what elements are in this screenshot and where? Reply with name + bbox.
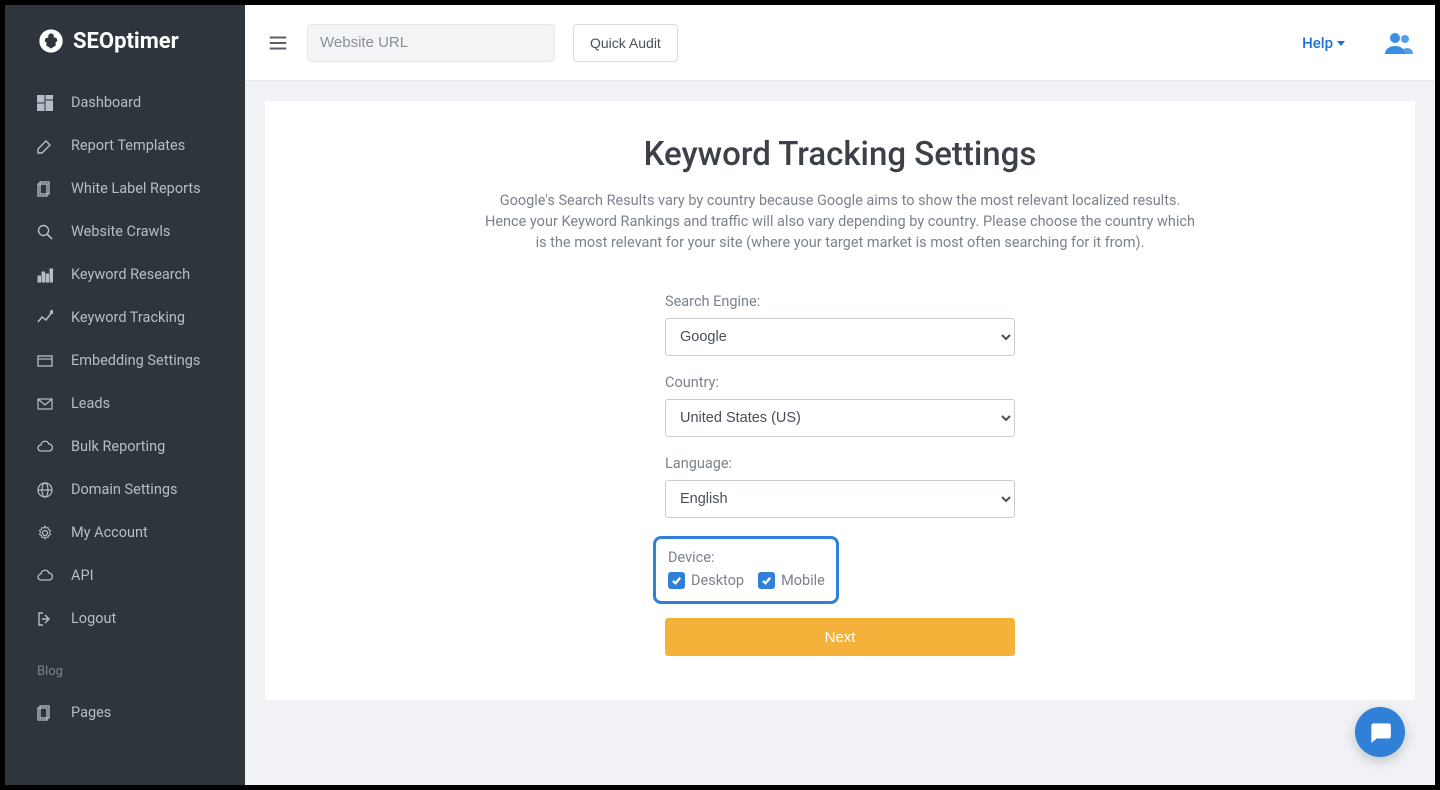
sidebar-item-label: White Label Reports bbox=[71, 180, 201, 197]
device-desktop-label: Desktop bbox=[691, 572, 744, 589]
sidebar-item-dashboard[interactable]: Dashboard bbox=[5, 81, 245, 124]
website-url-input[interactable] bbox=[307, 24, 555, 62]
sidebar-item-label: Bulk Reporting bbox=[71, 438, 165, 455]
mail-icon bbox=[37, 396, 53, 412]
brand-name: SEOptimer bbox=[73, 29, 179, 54]
sidebar-item-embedding[interactable]: Embedding Settings bbox=[5, 339, 245, 382]
settings-form: Search Engine: Google Country: United St… bbox=[665, 293, 1015, 656]
help-link[interactable]: Help bbox=[1302, 34, 1345, 52]
copy-icon bbox=[37, 181, 53, 197]
device-desktop-checkbox[interactable]: Desktop bbox=[668, 572, 744, 589]
sidebar-item-label: Dashboard bbox=[71, 94, 141, 111]
language-select[interactable]: English bbox=[665, 480, 1015, 518]
sidebar-item-label: Keyword Tracking bbox=[71, 309, 185, 326]
cloud-icon bbox=[37, 439, 53, 455]
globe-icon bbox=[37, 482, 53, 498]
sidebar-blog-nav: Pages bbox=[5, 687, 245, 738]
sidebar-item-pages[interactable]: Pages bbox=[5, 691, 245, 734]
embed-icon bbox=[37, 353, 53, 369]
brand-logo[interactable]: SEOptimer bbox=[5, 5, 245, 77]
cloud-icon bbox=[37, 568, 53, 584]
sidebar-section-blog: Blog bbox=[5, 644, 245, 687]
sidebar-item-keyword-research[interactable]: Keyword Research bbox=[5, 253, 245, 296]
chat-icon bbox=[1367, 719, 1393, 745]
search-engine-select[interactable]: Google bbox=[665, 318, 1015, 356]
quick-audit-button[interactable]: Quick Audit bbox=[573, 24, 678, 62]
dashboard-icon bbox=[37, 95, 53, 111]
sidebar-item-label: Embedding Settings bbox=[71, 352, 200, 369]
checkbox-checked-icon bbox=[668, 572, 685, 589]
page-title: Keyword Tracking Settings bbox=[305, 135, 1375, 174]
bars-icon bbox=[37, 267, 53, 283]
sidebar-item-label: Keyword Research bbox=[71, 266, 190, 283]
sidebar-item-label: Pages bbox=[71, 704, 111, 721]
help-label: Help bbox=[1302, 34, 1333, 52]
settings-card: Keyword Tracking Settings Google's Searc… bbox=[265, 101, 1415, 700]
menu-icon[interactable] bbox=[267, 32, 289, 54]
users-icon[interactable] bbox=[1385, 32, 1413, 54]
trend-icon bbox=[37, 310, 53, 326]
chat-button[interactable] bbox=[1355, 707, 1405, 757]
sidebar-item-my-account[interactable]: My Account bbox=[5, 511, 245, 554]
sidebar-item-label: Website Crawls bbox=[71, 223, 170, 240]
sidebar-item-keyword-tracking[interactable]: Keyword Tracking bbox=[5, 296, 245, 339]
next-button[interactable]: Next bbox=[665, 618, 1015, 656]
sidebar-item-label: API bbox=[71, 567, 94, 584]
checkbox-checked-icon bbox=[758, 572, 775, 589]
sidebar-nav: Dashboard Report Templates White Label R… bbox=[5, 77, 245, 644]
logout-icon bbox=[37, 611, 53, 627]
page-description: Google's Search Results vary by country … bbox=[480, 190, 1200, 253]
topbar: Quick Audit Help bbox=[245, 5, 1435, 81]
copy-icon bbox=[37, 705, 53, 721]
edit-icon bbox=[37, 138, 53, 154]
sidebar-item-label: Domain Settings bbox=[71, 481, 177, 498]
country-select[interactable]: United States (US) bbox=[665, 399, 1015, 437]
sidebar-item-label: Leads bbox=[71, 395, 110, 412]
language-label: Language: bbox=[665, 455, 1015, 472]
sidebar-item-white-label[interactable]: White Label Reports bbox=[5, 167, 245, 210]
sidebar: SEOptimer Dashboard Report Templates Whi… bbox=[5, 5, 245, 785]
sidebar-item-label: Logout bbox=[71, 610, 116, 627]
gear-icon bbox=[37, 525, 53, 541]
country-label: Country: bbox=[665, 374, 1015, 391]
sidebar-item-label: My Account bbox=[71, 524, 148, 541]
chevron-down-icon bbox=[1337, 41, 1345, 46]
device-mobile-label: Mobile bbox=[781, 572, 825, 589]
search-icon bbox=[37, 224, 53, 240]
sidebar-item-crawls[interactable]: Website Crawls bbox=[5, 210, 245, 253]
sidebar-item-label: Report Templates bbox=[71, 137, 185, 154]
device-mobile-checkbox[interactable]: Mobile bbox=[758, 572, 825, 589]
device-highlight-box: Device: Desktop Mobile bbox=[653, 536, 839, 604]
sidebar-item-logout[interactable]: Logout bbox=[5, 597, 245, 640]
sidebar-item-report-templates[interactable]: Report Templates bbox=[5, 124, 245, 167]
sidebar-item-bulk-reporting[interactable]: Bulk Reporting bbox=[5, 425, 245, 468]
search-engine-label: Search Engine: bbox=[665, 293, 1015, 310]
device-label: Device: bbox=[668, 549, 824, 566]
sidebar-item-domain-settings[interactable]: Domain Settings bbox=[5, 468, 245, 511]
logo-icon bbox=[37, 27, 65, 55]
sidebar-item-api[interactable]: API bbox=[5, 554, 245, 597]
sidebar-item-leads[interactable]: Leads bbox=[5, 382, 245, 425]
